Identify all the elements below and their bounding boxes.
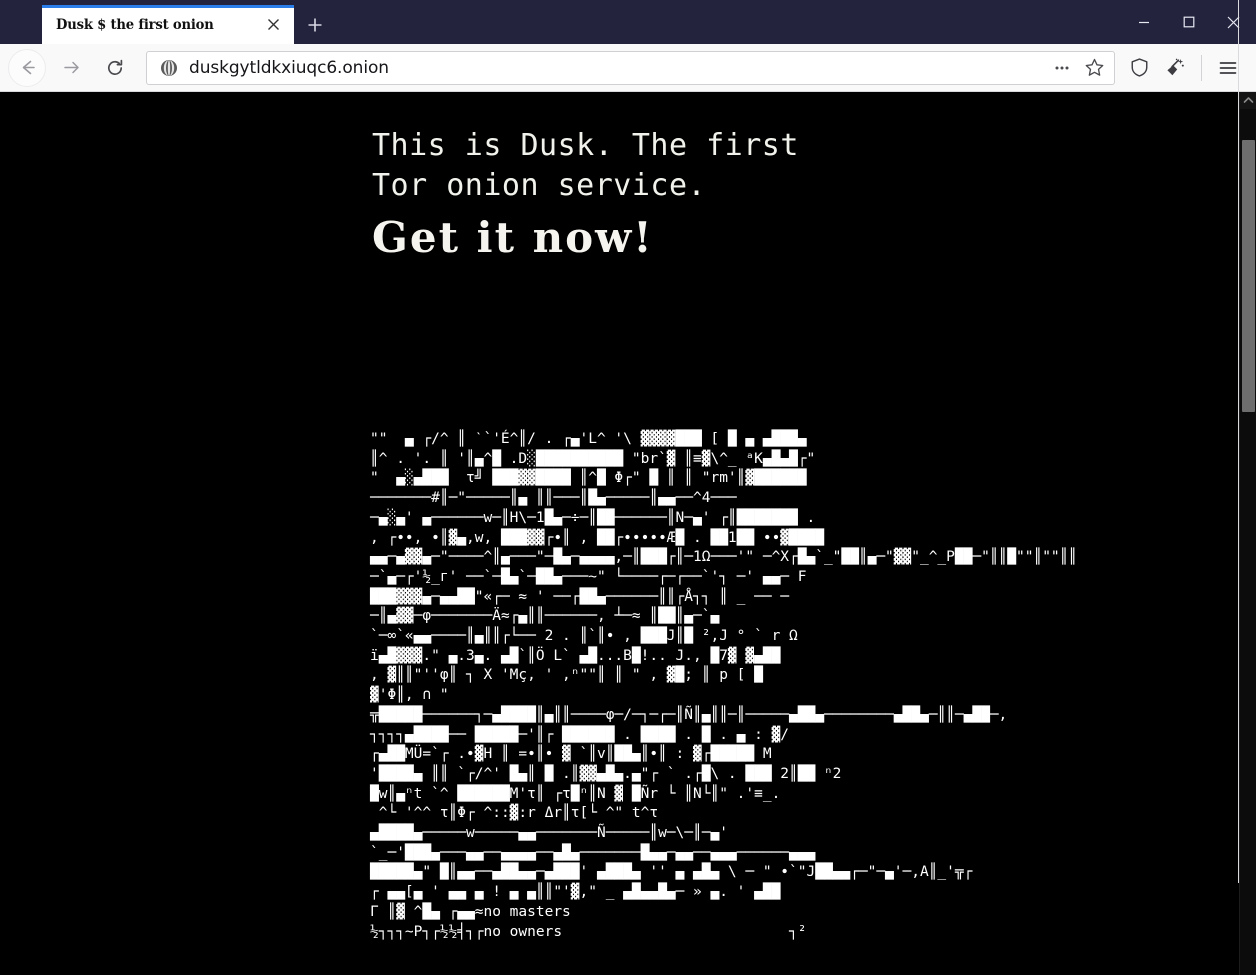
ellipsis-icon[interactable] — [1046, 53, 1078, 83]
onion-icon — [159, 58, 179, 78]
broom-icon[interactable] — [1157, 49, 1193, 87]
page-content-area: This is Dusk. The first Tor onion servic… — [0, 92, 1256, 975]
url-bar[interactable]: duskgytldkxiuqc6.onion — [146, 50, 1115, 85]
chevron-up-icon[interactable] — [1240, 92, 1256, 109]
page-headline-block: This is Dusk. The first Tor onion servic… — [372, 126, 892, 264]
forward-arrow-icon[interactable] — [52, 49, 90, 87]
back-arrow-icon[interactable] — [8, 48, 46, 87]
toolbar-separator — [1201, 54, 1202, 81]
window-controls — [1121, 0, 1256, 44]
tab-strip: Dusk $ the first onion — [0, 0, 1121, 44]
reload-icon[interactable] — [96, 49, 134, 87]
scrollbar-thumb[interactable] — [1242, 140, 1255, 412]
browser-tab-active[interactable]: Dusk $ the first onion — [42, 5, 294, 44]
new-tab-button[interactable] — [294, 5, 336, 44]
headline-line-2: Tor onion service. — [372, 168, 707, 203]
get-it-now-link[interactable]: Get it now! — [372, 212, 892, 264]
browser-titlebar: Dusk $ the first onion — [0, 0, 1256, 44]
tab-title: Dusk $ the first onion — [56, 16, 214, 33]
page-scrollbar[interactable] — [1239, 92, 1256, 975]
headline-line-1: This is Dusk. The first — [372, 128, 799, 163]
window-close-button[interactable] — [1211, 0, 1256, 44]
tab-close-icon[interactable] — [260, 12, 286, 38]
tabstrip-left-spacer — [0, 0, 42, 44]
url-text[interactable]: duskgytldkxiuqc6.onion — [189, 58, 1046, 78]
window-minimize-button[interactable] — [1121, 0, 1166, 44]
window-maximize-button[interactable] — [1166, 0, 1211, 44]
browser-navigation-toolbar: duskgytldkxiuqc6.onion — [0, 44, 1256, 92]
hamburger-menu-icon[interactable] — [1210, 49, 1246, 87]
shield-icon[interactable] — [1121, 49, 1157, 87]
dusk-onion-page: This is Dusk. The first Tor onion servic… — [0, 92, 1239, 975]
star-icon[interactable] — [1078, 53, 1110, 83]
ascii-art-block: "" ▄ ┌/^ ║ ˋ`'É^║/ . ┌▄'L^ '\ ▓▓▓▓███ [ … — [370, 431, 1078, 940]
